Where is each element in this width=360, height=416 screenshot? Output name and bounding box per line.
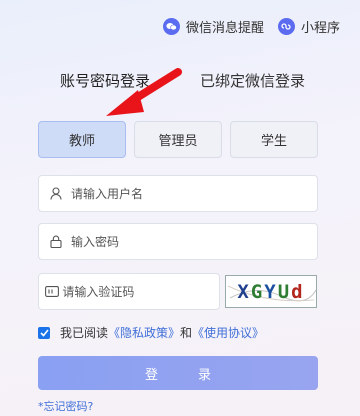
agreement-row: 我已阅读 《隐私政策》 和 《使用协议》	[38, 324, 264, 341]
red-arrow-annotation	[106, 68, 182, 116]
tab-wechat-login[interactable]: 已绑定微信登录	[200, 70, 305, 91]
role-selector: 教师 管理员 学生	[38, 121, 318, 158]
role-admin-button[interactable]: 管理员	[134, 121, 222, 158]
wechat-notice-label: 微信消息提醒	[185, 21, 264, 36]
agreement-and: 和	[180, 326, 193, 340]
mini-program-icon	[277, 18, 295, 35]
captcha-icon	[41, 286, 62, 297]
login-button[interactable]: 登录	[38, 356, 318, 390]
terms-of-use-link[interactable]: 《使用协议》	[192, 324, 264, 341]
user-icon	[41, 187, 71, 200]
agree-checkbox[interactable]	[38, 326, 50, 339]
privacy-policy-link[interactable]: 《隐私政策》	[108, 324, 180, 341]
mini-program-link[interactable]: 小程序	[277, 17, 340, 36]
captcha-image[interactable]: XGYUd	[225, 275, 317, 308]
username-input[interactable]	[71, 186, 291, 201]
top-links: 微信消息提醒 小程序	[162, 17, 340, 36]
lock-icon	[41, 235, 71, 248]
captcha-field[interactable]	[38, 273, 220, 310]
forgot-password-link[interactable]: *忘记密码?	[38, 398, 93, 414]
wechat-icon	[162, 18, 180, 35]
captcha-input[interactable]	[62, 284, 219, 299]
wechat-notice-link[interactable]: 微信消息提醒	[162, 17, 264, 36]
password-input[interactable]	[71, 234, 291, 249]
password-field[interactable]	[38, 223, 318, 260]
agreement-prefix: 我已阅读	[60, 326, 109, 340]
role-teacher-button[interactable]: 教师	[38, 121, 126, 158]
role-student-button[interactable]: 学生	[230, 121, 318, 158]
captcha-text: XGYUd	[237, 280, 305, 303]
mini-program-label: 小程序	[300, 21, 340, 36]
username-field[interactable]	[38, 175, 318, 212]
